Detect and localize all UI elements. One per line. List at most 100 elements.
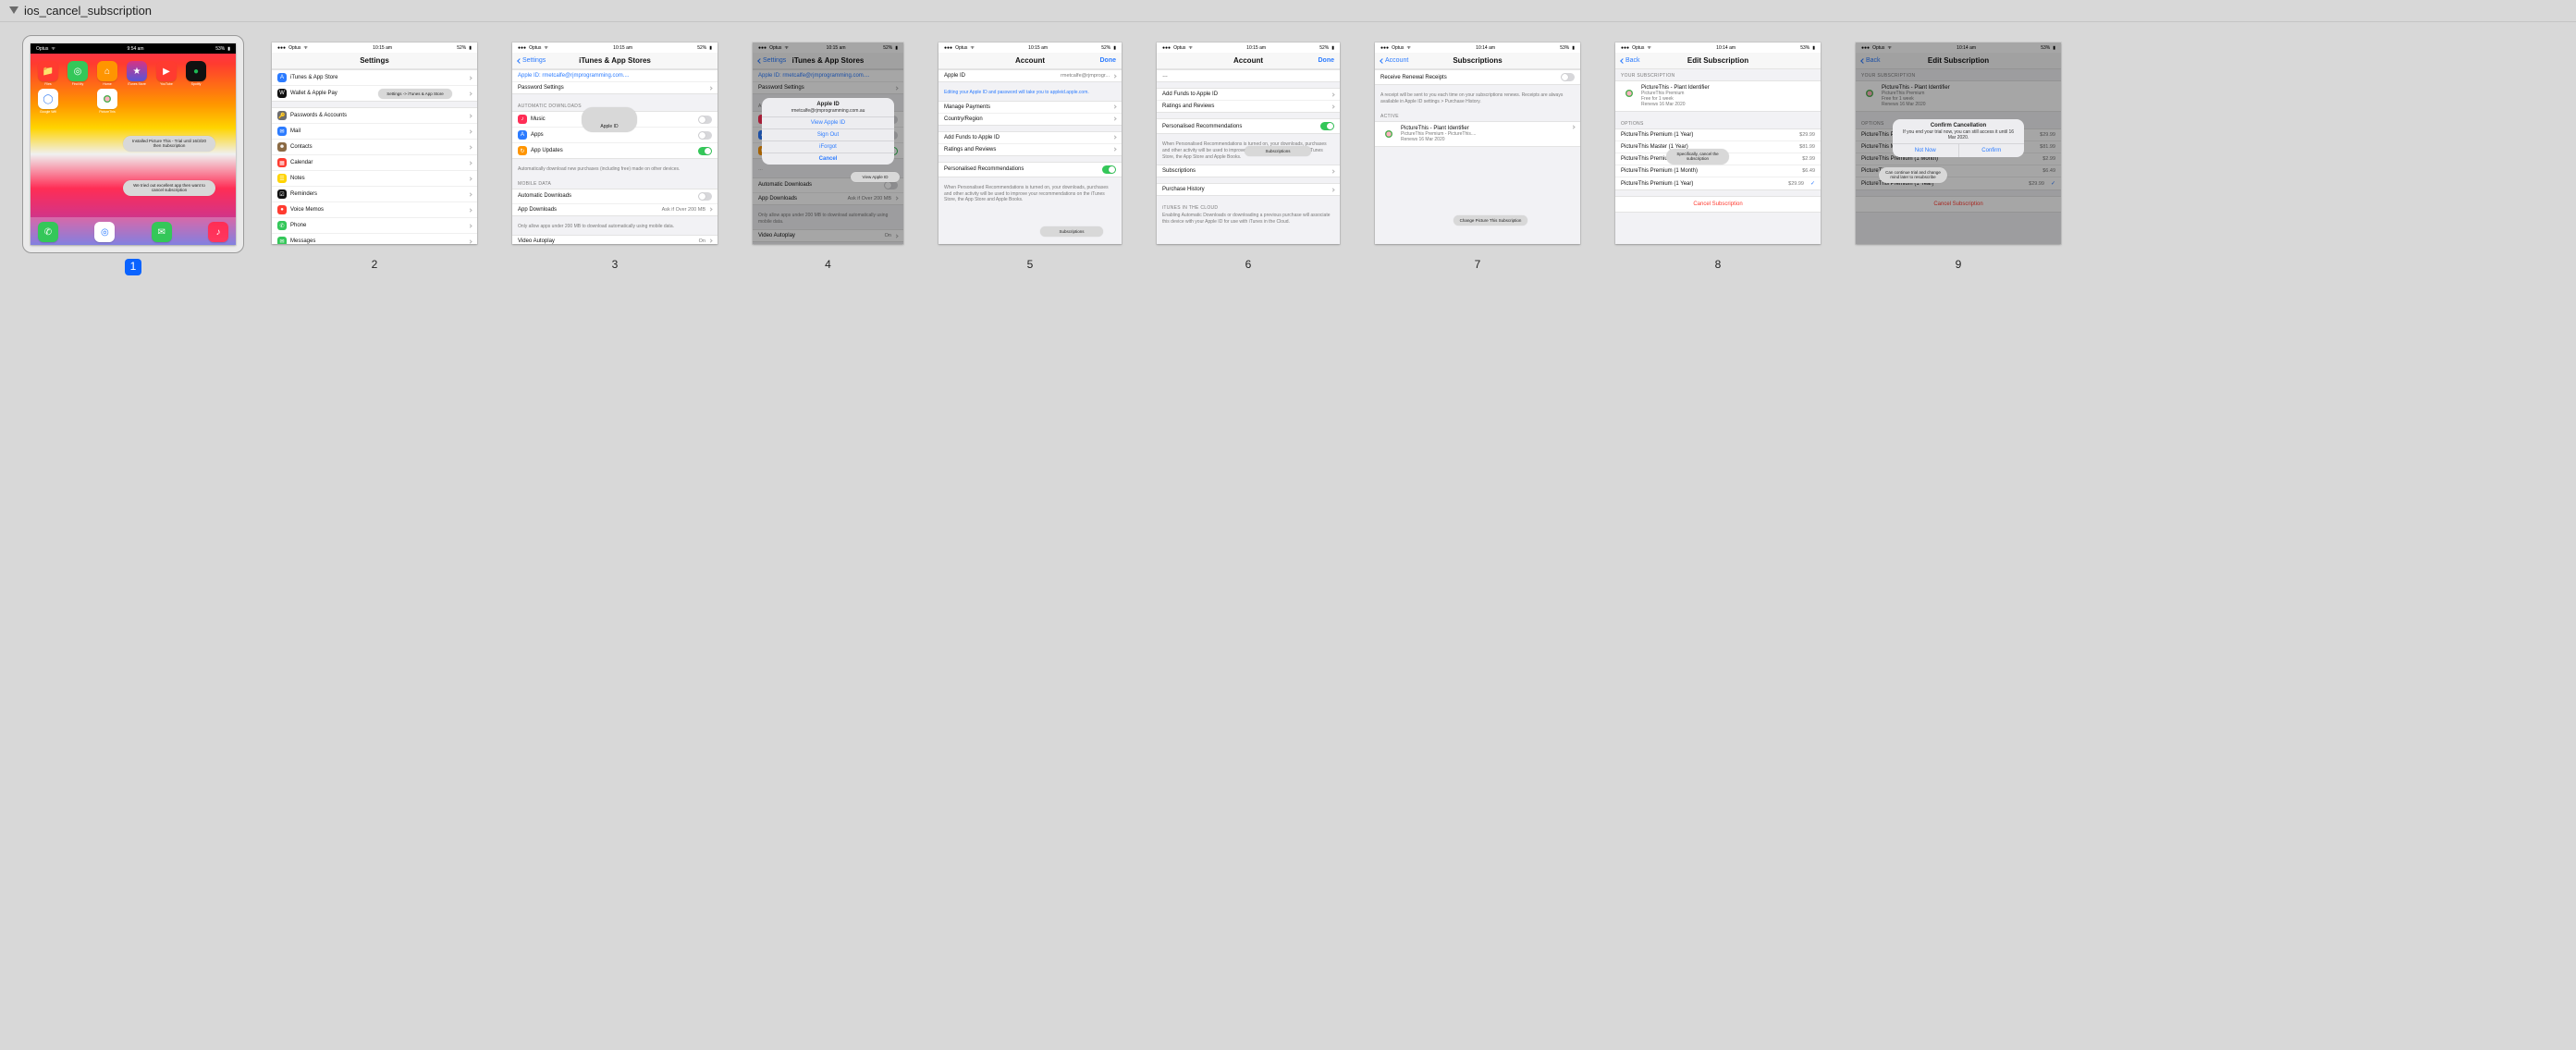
thumbnail-cell-4[interactable]: ●●●Optusᯤ10:15 am52%▮ SettingsiTunes & A… (745, 35, 911, 275)
thumbnail-cell-2[interactable]: ●●●Optusᯤ 10:15 am 52%▮ Settings AiTunes… (264, 35, 485, 275)
not-now-button[interactable]: Not Now (1893, 143, 1958, 157)
dock-phone[interactable]: ✆ (38, 222, 58, 242)
thumbnail-frame[interactable]: ●●●Optusᯤ10:14 am53%▮ BackEdit Subscript… (1608, 35, 1828, 251)
section-header[interactable]: ios_cancel_subscription (0, 0, 2576, 22)
confirm-cancel-alert: Confirm Cancellation If you end your tri… (1893, 119, 2024, 157)
app-files[interactable]: 📁Files (38, 61, 58, 81)
thumbnail-cell-3[interactable]: ●●●Optusᯤ 10:15 am 52%▮ Settings iTunes … (505, 35, 725, 275)
thumbnail-cell-6[interactable]: ●●●Optusᯤ10:15 am52%▮ AccountDone … Add … (1149, 35, 1347, 275)
group: 🔑Passwords & Accounts ✉Mail ☻Contacts ▦C… (272, 107, 477, 244)
row-app-downloads[interactable]: App DownloadsAsk if Over 200 MB (512, 204, 718, 215)
row-reminders[interactable]: ☑Reminders (272, 187, 477, 202)
toggle[interactable] (1561, 73, 1575, 81)
disclosure-triangle-icon[interactable] (9, 6, 18, 14)
row-notes[interactable]: ☰Notes (272, 171, 477, 187)
option-row[interactable]: PictureThis Premium (1 Year)$29.99✓ (1615, 177, 1821, 189)
done-button[interactable]: Done (1319, 57, 1335, 64)
row-video-autoplay[interactable]: Video AutoplayOn (512, 236, 718, 245)
thumbnail-frame[interactable]: ●●●Optusᯤ 10:15 am 52%▮ Settings AiTunes… (264, 35, 485, 251)
row-manage-payments[interactable]: Manage Payments (938, 102, 1122, 114)
thumbnail-frame[interactable]: ●●●Optusᯤ10:15 am52%▮ SettingsiTunes & A… (745, 35, 911, 251)
toggle[interactable] (698, 116, 712, 124)
toggle[interactable] (698, 131, 712, 140)
toggle[interactable] (1102, 165, 1116, 174)
thumbnail-cell-9[interactable]: ●●●Optusᯤ10:14 am53%▮ BackEdit Subscript… (1848, 35, 2068, 275)
thumbnail-index: 1 (125, 259, 141, 275)
app-googlewifi[interactable]: ◯Google Wifi (38, 89, 58, 109)
back-button[interactable]: Account (1380, 57, 1408, 64)
app-home[interactable]: ⌂Home (97, 61, 117, 81)
signout-button[interactable]: Sign Out (762, 128, 894, 140)
thumbnail-cell-8[interactable]: ●●●Optusᯤ10:14 am53%▮ BackEdit Subscript… (1608, 35, 1828, 275)
status-bar: ●●●Optusᯤ 10:15 am 52%▮ (272, 43, 477, 53)
thumbnail-index: 3 (607, 257, 623, 274)
toggle[interactable] (1320, 122, 1334, 130)
dock-messages[interactable]: ✉ (152, 222, 172, 242)
row-add-funds[interactable]: Add Funds to Apple ID (938, 132, 1122, 144)
cancel-button[interactable]: Cancel (762, 153, 894, 165)
home-apps: 📁Files ◎Find My ⌂Home ★iTunes Store ▶You… (31, 54, 236, 113)
toggle[interactable] (698, 192, 712, 201)
row-personalised[interactable]: Personalised Recommendations (1157, 119, 1340, 133)
row-mail[interactable]: ✉Mail (272, 124, 477, 140)
back-button[interactable]: Back (1621, 57, 1640, 64)
row-subscriptions[interactable]: Subscriptions (1157, 165, 1340, 177)
row-subscription[interactable]: PictureThis - Plant Identifier PictureTh… (1375, 122, 1580, 146)
app-youtube[interactable]: ▶YouTube (156, 61, 177, 81)
option-row[interactable]: PictureThis Premium (1 Year)$29.99 (1615, 129, 1821, 141)
cancel-subscription-button[interactable]: Cancel Subscription (1615, 196, 1821, 213)
row-purchase-history[interactable]: Purchase History (1157, 184, 1340, 195)
toggle[interactable] (698, 147, 712, 155)
iforgot-button[interactable]: iForgot (762, 140, 894, 153)
confirm-button[interactable]: Confirm (1958, 143, 2025, 157)
dock-safari[interactable]: ◎ (94, 222, 115, 242)
row-receive-receipts[interactable]: Receive Renewal Receipts (1375, 70, 1580, 84)
row-appleid[interactable]: Apple IDrmetcalfe@rjmprogr... (938, 70, 1122, 81)
dock-music[interactable]: ♪ (208, 222, 228, 242)
option-row[interactable]: PictureThis Premium (1 Month)$6.49 (1615, 165, 1821, 177)
thumbnail-cell-7[interactable]: ●●●Optusᯤ10:14 am53%▮ AccountSubscriptio… (1368, 35, 1588, 275)
back-button[interactable]: Settings (518, 57, 546, 64)
row-password-settings[interactable]: Password Settings (512, 82, 718, 93)
row-app-updates[interactable]: ↻App Updates (512, 143, 718, 158)
row-contacts[interactable]: ☻Contacts (272, 140, 477, 155)
ios-account-scrolled: ●●●Optusᯤ10:15 am52%▮ AccountDone … Add … (1157, 43, 1340, 244)
row-messages[interactable]: ✉Messages (272, 234, 477, 244)
row-auto-downloads[interactable]: Automatic Downloads (512, 189, 718, 204)
row-country[interactable]: Country/Region (938, 114, 1122, 125)
annotation-bubble: Can continue trial and change mind later… (1879, 167, 1947, 183)
app-findmy[interactable]: ◎Find My (67, 61, 88, 81)
app-spotify[interactable]: ●Spotify (186, 61, 206, 81)
app-picturethis[interactable]: PictureThis (97, 89, 117, 109)
thumbnail-frame[interactable]: ●●●Optusᯤ10:15 am52%▮ AccountDone Apple … (931, 35, 1129, 251)
row-calendar[interactable]: ▦Calendar (272, 155, 477, 171)
nav-bar: Settings iTunes & App Stores (512, 53, 718, 69)
thumbnail-frame[interactable]: ●●●Optusᯤ 10:15 am 52%▮ Settings iTunes … (505, 35, 725, 251)
thumbnail-index: 6 (1240, 257, 1257, 274)
chevron-right-icon (468, 92, 472, 95)
modal-subtitle: rmetcalfe@rjmprogramming.com.au (762, 108, 894, 116)
app-itunes[interactable]: ★iTunes Store (127, 61, 147, 81)
row-passwords[interactable]: 🔑Passwords & Accounts (272, 108, 477, 124)
nav-title: iTunes & App Stores (579, 56, 651, 65)
thumbnail-cell-5[interactable]: ●●●Optusᯤ10:15 am52%▮ AccountDone Apple … (931, 35, 1129, 275)
thumbnail-frame[interactable]: ●●●Optusᯤ10:15 am52%▮ AccountDone … Add … (1149, 35, 1347, 251)
row-add-funds[interactable]: Add Funds to Apple ID (1157, 89, 1340, 101)
thumbnail-frame[interactable]: ●●●Optusᯤ10:14 am53%▮ BackEdit Subscript… (1848, 35, 2068, 251)
row-appleid[interactable]: Apple ID: rmetcalfe@rjmprogramming.com..… (512, 70, 718, 82)
row-itunes-appstore[interactable]: AiTunes & App Store (272, 70, 477, 86)
row-personalised[interactable]: Personalised Recommendations (938, 163, 1122, 177)
thumbnail-viewport: Optusᯤ 9:54 am 53%▮ 📁Files ◎Find My ⌂Hom… (0, 22, 2576, 288)
view-appleid-button[interactable]: View Apple ID (762, 116, 894, 128)
done-button[interactable]: Done (1100, 57, 1117, 64)
thumbnail-cell-1[interactable]: Optusᯤ 9:54 am 53%▮ 📁Files ◎Find My ⌂Hom… (22, 35, 244, 275)
row-ratings[interactable]: Ratings and Reviews (938, 144, 1122, 155)
thumbnail-frame[interactable]: ●●●Optusᯤ10:14 am53%▮ AccountSubscriptio… (1368, 35, 1588, 251)
footer-note: Automatically download new purchases (in… (512, 165, 718, 177)
thumbnail-frame[interactable]: Optusᯤ 9:54 am 53%▮ 📁Files ◎Find My ⌂Hom… (22, 35, 244, 253)
row-phone[interactable]: ✆Phone (272, 218, 477, 234)
annotation-bubble: Change Picture This Subscription (1454, 215, 1527, 226)
appleid-action-sheet: Apple ID rmetcalfe@rjmprogramming.com.au… (762, 98, 894, 165)
row-voicememos[interactable]: ●Voice Memos (272, 202, 477, 218)
row-ratings[interactable]: Ratings and Reviews (1157, 101, 1340, 112)
